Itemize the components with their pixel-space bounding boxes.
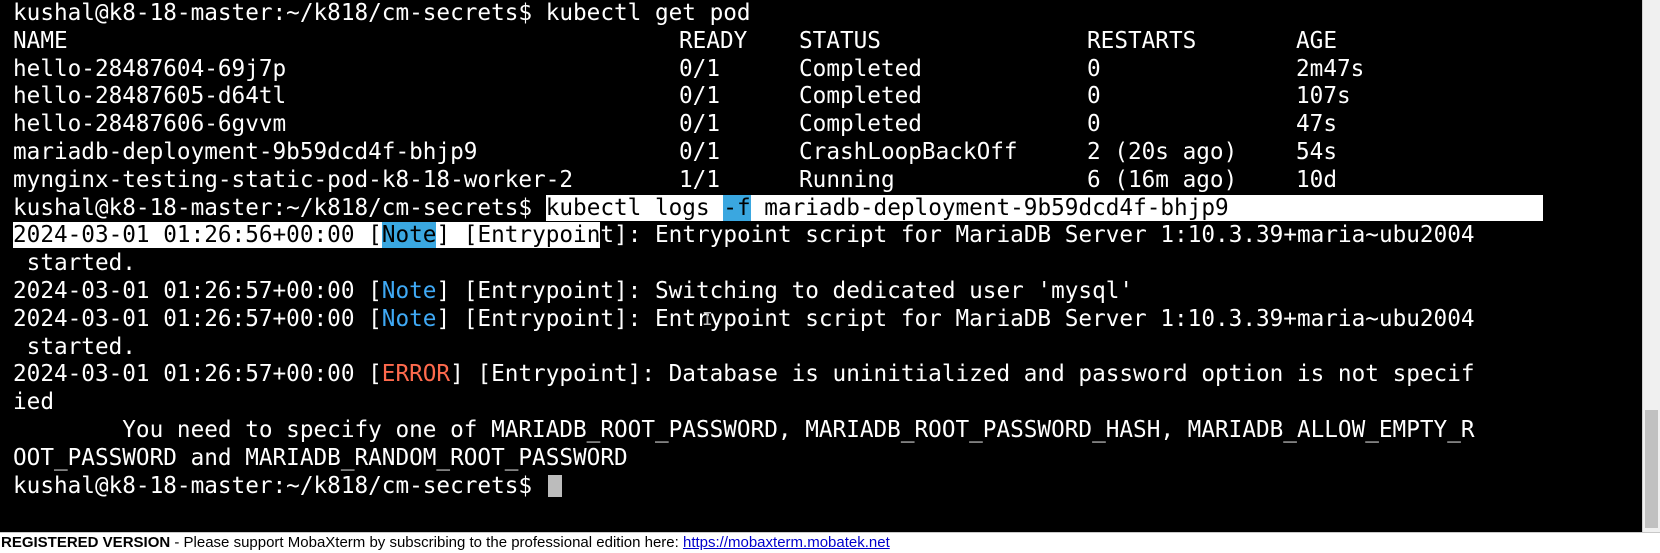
column-header-restarts: RESTARTS	[1087, 27, 1197, 54]
terminal-line: kushal@k8-18-master:~/k818/cm-secrets$ k…	[13, 0, 1642, 28]
ibeam-cursor-icon: I	[702, 309, 713, 330]
log-line: 2024-03-01 01:26:57+00:00 [Note] [Entryp…	[13, 278, 1642, 306]
log-line-continuation: OOT_PASSWORD and MARIADB_RANDOM_ROOT_PAS…	[13, 445, 1642, 473]
table-row: mynginx-testing-static-pod-k8-18-worker-…	[13, 167, 1642, 195]
log-level-note: Note	[381, 305, 437, 332]
log-timestamp: 2024-03-01 01:26:57+00:00 [	[13, 361, 382, 388]
pod-age: 47s	[1296, 111, 1337, 138]
log-message: ied	[13, 389, 54, 416]
support-message: - Please support MobaXterm by subscribin…	[170, 534, 683, 551]
pod-status: Completed	[799, 55, 922, 82]
pod-name: hello-28487604-69j7p	[13, 55, 287, 82]
pod-ready: 0/1	[679, 138, 720, 165]
log-message: : Entrypoint script for MariaDB Server 1…	[627, 222, 1475, 249]
pod-restarts: 0	[1087, 55, 1101, 82]
pod-ready: 1/1	[679, 166, 720, 193]
pod-ready: 0/1	[679, 55, 720, 82]
log-line-continuation: ied	[13, 389, 1642, 417]
table-header-row: NAME READY STATUS RESTARTS AGE	[13, 28, 1642, 56]
shell-prompt: kushal@k8-18-master:~/k818/cm-secrets$	[13, 194, 533, 221]
column-header-status: STATUS	[799, 27, 881, 54]
table-row: hello-28487604-69j7p 0/1 Completed 0 2m4…	[13, 56, 1642, 84]
selected-log-source[interactable]: [Entrypoin	[463, 222, 601, 249]
pod-name: mariadb-deployment-9b59dcd4f-bhjp9	[13, 138, 478, 165]
pod-name: hello-28487605-d64tl	[13, 83, 287, 110]
table-row: hello-28487606-6gvvm 0/1 Completed 0 47s	[13, 111, 1642, 139]
log-timestamp: 2024-03-01 01:26:57+00:00 [	[13, 305, 382, 332]
pod-status: Running	[799, 166, 895, 193]
command-text: kubectl get pod	[532, 0, 751, 26]
pod-age: 54s	[1296, 138, 1337, 165]
log-level-error: ERROR	[381, 361, 451, 388]
scrollbar-thumb[interactable]	[1645, 410, 1658, 528]
selected-command-text[interactable]: mariadb-deployment-9b59dcd4f-bhjp9	[750, 194, 1543, 221]
mobaxterm-link[interactable]: https://mobaxterm.mobatek.net	[683, 534, 890, 551]
log-line: 2024-03-01 01:26:57+00:00 [ERROR] [Entry…	[13, 361, 1642, 389]
pod-age: 10d	[1296, 166, 1337, 193]
pod-name: hello-28487606-6gvvm	[13, 111, 287, 138]
log-message: OOT_PASSWORD and MARIADB_RANDOM_ROOT_PAS…	[13, 444, 628, 471]
column-header-ready: READY	[679, 27, 748, 54]
pod-name: mynginx-testing-static-pod-k8-18-worker-…	[13, 166, 574, 193]
terminal-output[interactable]: kushal@k8-18-master:~/k818/cm-secrets$ k…	[0, 0, 1642, 532]
column-header-name: NAME	[13, 27, 68, 54]
log-message: ] [Entrypoint]: Entrypoint script for Ma…	[436, 305, 1475, 332]
pod-status: CrashLoopBackOff	[799, 138, 1018, 165]
selected-log-timestamp[interactable]: 2024-03-01 01:26:56+00:00	[13, 222, 369, 249]
log-level-note: Note	[381, 277, 437, 304]
selected-log-bracket[interactable]: [	[368, 222, 382, 249]
shell-prompt: kushal@k8-18-master:~/k818/cm-secrets$	[13, 472, 546, 499]
log-message: You need to specify one of MARIADB_ROOT_…	[13, 416, 1475, 443]
log-line: 2024-03-01 01:26:56+00:00 [Note] [Entryp…	[13, 222, 1642, 250]
table-row: mariadb-deployment-9b59dcd4f-bhjp9 0/1 C…	[13, 139, 1642, 167]
pod-age: 107s	[1296, 83, 1351, 110]
log-line-continuation: started.	[13, 250, 1642, 278]
column-header-age: AGE	[1296, 27, 1337, 54]
log-level-note[interactable]: Note	[381, 222, 437, 249]
pod-restarts: 0	[1087, 111, 1101, 138]
log-timestamp: 2024-03-01 01:26:57+00:00 [	[13, 277, 382, 304]
pod-ready: 0/1	[679, 111, 720, 138]
log-source-rest: t]	[600, 222, 628, 249]
log-line-continuation: started.	[13, 334, 1642, 362]
vertical-scrollbar[interactable]	[1642, 0, 1660, 532]
terminal-line: kushal@k8-18-master:~/k818/cm-secrets$ k…	[13, 194, 1642, 223]
log-line: 2024-03-01 01:26:57+00:00 [Note] [Entryp…	[13, 306, 1642, 334]
pod-status: Completed	[799, 83, 922, 110]
log-message: ] [Entrypoint]: Database is uninitialize…	[450, 361, 1475, 388]
table-row: hello-28487605-d64tl 0/1 Completed 0 107…	[13, 83, 1642, 111]
pod-ready: 0/1	[679, 83, 720, 110]
pod-restarts: 6 (16m ago)	[1087, 166, 1238, 193]
terminal-line: kushal@k8-18-master:~/k818/cm-secrets$	[13, 473, 1642, 501]
log-message: started.	[13, 333, 136, 360]
selected-command-text[interactable]: kubectl logs	[545, 194, 724, 221]
selected-flag-highlight[interactable]: -f	[723, 194, 751, 221]
log-line-continuation: You need to specify one of MARIADB_ROOT_…	[13, 417, 1642, 445]
status-bar: REGISTERED VERSION - Please support Moba…	[0, 532, 1660, 553]
pod-restarts: 0	[1087, 83, 1101, 110]
pod-age: 2m47s	[1296, 55, 1365, 82]
shell-prompt: kushal@k8-18-master:~/k818/cm-secrets$	[13, 0, 533, 26]
selected-log-bracket[interactable]: ]	[436, 222, 464, 249]
text-cursor-icon	[547, 474, 562, 497]
pod-restarts: 2 (20s ago)	[1087, 138, 1238, 165]
log-message: ] [Entrypoint]: Switching to dedicated u…	[436, 277, 1134, 304]
registered-version-label: REGISTERED VERSION	[1, 534, 171, 551]
pod-status: Completed	[799, 111, 922, 138]
log-message: started.	[13, 250, 136, 277]
